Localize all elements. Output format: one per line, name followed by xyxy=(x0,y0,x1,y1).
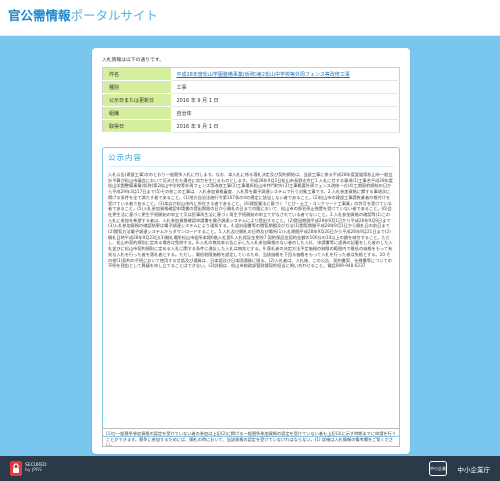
row-value: 2016 年 9 月 1 日 xyxy=(170,93,400,107)
table-row: 種別 工事 xyxy=(102,80,400,94)
site-header: 官公需情報ポータルサイト xyxy=(0,0,500,36)
tender-info-table: 件名 平成28年度松山学園整備事業(仮称)第2松山中学校等外周フェンス等改修工事… xyxy=(102,67,400,133)
tender-detail-card: 入札情報は以下の通りです。 件名 平成28年度松山学園整備事業(仮称)第2松山中… xyxy=(92,48,410,454)
site-title[interactable]: 官公需情報ポータルサイト xyxy=(8,7,158,25)
site-footer: SECURED by JPRS 中小企業庁 中小企業庁 xyxy=(0,456,500,481)
row-label: 件名 xyxy=(102,67,171,81)
bottom-note: (1)ひ一般競争参加資格の認定を受けていない者の参加は上記(2)に掲げる一般競争… xyxy=(102,428,400,447)
main-content: 入札情報は以下の通りです。 件名 平成28年度松山学園整備事業(仮称)第2松山中… xyxy=(0,36,500,456)
table-row: 公示日または更新日 2016 年 9 月 1 日 xyxy=(102,93,400,107)
row-label: 取得日 xyxy=(102,119,171,133)
table-row: 取得日 2016 年 9 月 1 日 xyxy=(102,119,400,133)
secured-by-text: by JPRS xyxy=(25,468,42,473)
table-row: 件名 平成28年度松山学園整備事業(仮称)第2松山中学校等外周フェンス等改修工事 xyxy=(102,67,400,81)
lock-icon xyxy=(10,461,22,476)
row-value: 2016 年 9 月 1 日 xyxy=(170,119,400,133)
table-row: 組織 自治体 xyxy=(102,106,400,120)
site-title-main: 官公需情報 xyxy=(8,8,71,23)
secured-label: SECURED by JPRS xyxy=(25,463,47,473)
tender-title-link[interactable]: 平成28年度松山学園整備事業(仮称)第2松山中学校等外周フェンス等改修工事 xyxy=(170,67,400,81)
notice-body: 入札公告(建設工事)次のとおり一般競争入札に付します。なお、本入札に係る落札決定… xyxy=(108,172,393,269)
row-value: 工事 xyxy=(170,80,400,94)
sme-badge-icon: 中小企業庁 xyxy=(429,461,447,476)
site-title-sub: ポータルサイト xyxy=(70,8,159,23)
row-value: 自治体 xyxy=(170,106,400,120)
sme-agency-name: 中小企業庁 xyxy=(457,466,491,474)
row-label: 公示日または更新日 xyxy=(102,93,171,107)
notice-content-box: 公示内容 入札公告(建設工事)次のとおり一般競争入札に付します。なお、本入札に係… xyxy=(102,147,400,437)
row-label: 組織 xyxy=(102,106,171,120)
intro-text: 入札情報は以下の通りです。 xyxy=(102,58,164,63)
row-label: 種別 xyxy=(102,80,171,94)
notice-title: 公示内容 xyxy=(108,152,394,167)
